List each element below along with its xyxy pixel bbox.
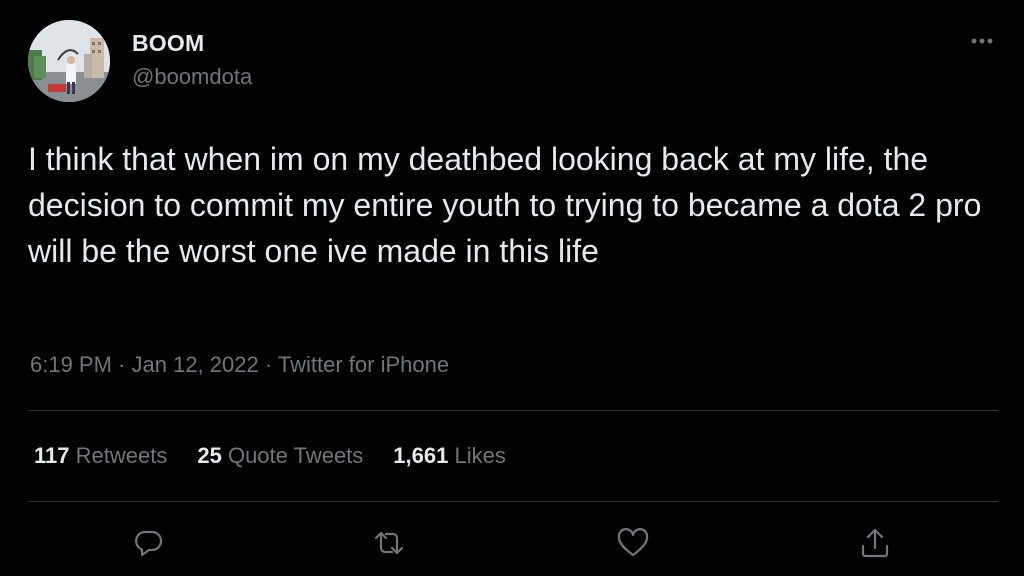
retweets-count: 117 — [34, 443, 70, 468]
tweet-text: I think that when im on my deathbed look… — [28, 141, 982, 269]
divider — [28, 410, 998, 411]
engagement-stats: 117 Retweets 25 Quote Tweets 1,661 Likes — [34, 443, 536, 469]
more-horizontal-icon — [971, 38, 993, 44]
meta-separator: · — [258, 352, 278, 377]
retweets-label: Retweets — [75, 443, 168, 468]
quote-tweets-label: Quote Tweets — [227, 443, 364, 468]
likes-label: Likes — [454, 443, 506, 468]
tweet-time[interactable]: 6:19 PM — [30, 352, 112, 377]
quote-tweets-stat[interactable]: 25 Quote Tweets — [197, 443, 363, 469]
author-display-name[interactable]: BOOM — [132, 30, 204, 57]
like-icon — [617, 528, 649, 557]
reply-icon — [135, 530, 163, 557]
quote-tweets-count: 25 — [197, 443, 222, 468]
retweets-stat[interactable]: 117 Retweets — [34, 443, 167, 469]
more-options-button[interactable] — [966, 28, 998, 52]
share-icon — [861, 528, 889, 558]
meta-separator: · — [111, 352, 132, 377]
divider — [28, 501, 998, 502]
retweet-button[interactable] — [372, 526, 406, 560]
tweet-date[interactable]: Jan 12, 2022 — [132, 352, 259, 377]
share-button[interactable] — [858, 526, 892, 560]
like-button[interactable] — [616, 526, 650, 560]
likes-stat[interactable]: 1,661 Likes — [393, 443, 506, 469]
retweet-icon — [374, 531, 404, 555]
likes-count: 1,661 — [393, 443, 449, 468]
tweet-metadata: 6:19 PM · Jan 12, 2022 · Twitter for iPh… — [30, 352, 449, 378]
avatar[interactable] — [28, 20, 110, 102]
author-handle[interactable]: @boomdota — [132, 64, 252, 90]
tweet-source[interactable]: Twitter for iPhone — [278, 352, 449, 377]
reply-button[interactable] — [132, 526, 166, 560]
profile-photo-icon — [28, 20, 110, 102]
